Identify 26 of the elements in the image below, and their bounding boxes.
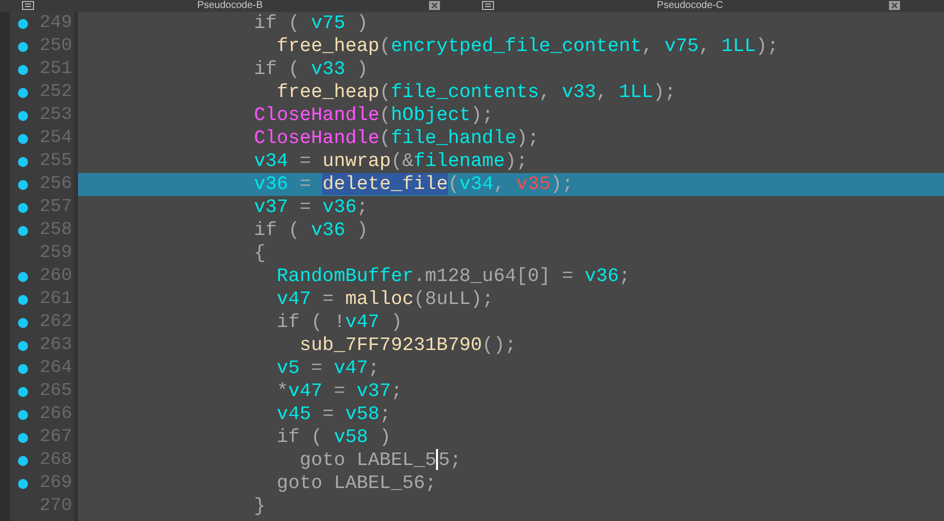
close-icon[interactable] bbox=[889, 1, 900, 10]
code-line: v47 = malloc(8uLL); bbox=[276, 288, 494, 311]
code-line: goto LABEL_56; bbox=[276, 472, 436, 495]
close-icon[interactable] bbox=[429, 1, 440, 10]
code-line: sub_7FF79231B790(); bbox=[298, 334, 516, 357]
code-line: goto LABEL_5 5; bbox=[298, 449, 462, 472]
code-line: free_heap(file_contents, v33, 1LL); bbox=[276, 81, 676, 104]
document-icon bbox=[22, 1, 34, 10]
code-line: v36 = delete_file(v34, v35); bbox=[254, 173, 574, 196]
code-line: v34 = unwrap(&filename); bbox=[254, 150, 528, 173]
code-line: if ( v58 ) bbox=[276, 426, 391, 449]
code-line: *v47 = v37; bbox=[276, 380, 402, 403]
code-line: if ( v33 ) bbox=[254, 58, 368, 81]
code-line: if ( v75 ) bbox=[254, 12, 368, 35]
code-line: free_heap(encrytped_file_content, v75, 1LL); bbox=[276, 35, 779, 58]
code-line: { bbox=[254, 242, 266, 265]
code-line: v5 = v47; bbox=[276, 357, 380, 380]
code-line: CloseHandle(hObject); bbox=[254, 104, 494, 127]
code-line: } bbox=[254, 495, 266, 518]
code-line: v37 = v36; bbox=[254, 196, 368, 219]
code-line: if ( !v47 ) bbox=[276, 311, 402, 334]
code-line: RandomBuffer.m128_u64[0] = v36; bbox=[276, 265, 630, 288]
code-line: if ( v36 ) bbox=[254, 219, 368, 242]
code-line: v45 = v58; bbox=[276, 403, 391, 426]
code-line: CloseHandle(file_handle); bbox=[254, 127, 540, 150]
document-icon bbox=[482, 1, 494, 10]
